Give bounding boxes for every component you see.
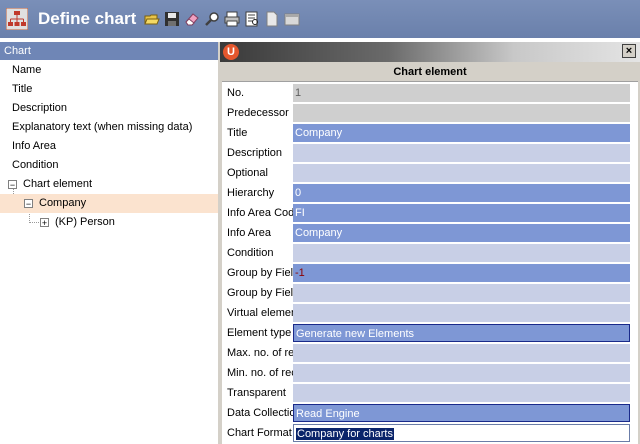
field-data-collection[interactable]: Read Engine <box>293 404 630 422</box>
eraser-icon[interactable] <box>184 11 200 27</box>
field-row-max-records: Max. no. of records <box>222 343 638 363</box>
field-min-records[interactable] <box>293 364 630 382</box>
field-label: Element type <box>227 327 292 339</box>
field-no: 1 <box>293 84 630 102</box>
field-label: Title <box>227 127 248 139</box>
tree-item-description[interactable]: Description <box>12 99 67 118</box>
tree-item-label: (KP) Person <box>55 216 115 228</box>
field-label: Virtual element <box>227 307 293 319</box>
field-row-group-by-field-2: Group by Field <box>222 283 638 303</box>
field-label: Info Area <box>227 227 272 239</box>
field-row-virtual-element: Virtual element <box>222 303 638 323</box>
field-virtual-element[interactable] <box>293 304 630 322</box>
close-icon[interactable]: × <box>622 44 636 58</box>
field-max-records[interactable] <box>293 344 630 362</box>
field-row-description: Description <box>222 143 638 163</box>
zoom-icon[interactable] <box>204 11 220 27</box>
field-row-chart-format: Chart Format Company for charts <box>222 423 638 443</box>
app-logo-icon: U <box>223 44 239 60</box>
field-hierarchy[interactable]: 0 <box>293 184 630 202</box>
field-row-no: No. 1 <box>222 83 638 103</box>
field-label: Hierarchy <box>227 187 275 199</box>
tree-item-company[interactable]: − Company <box>0 194 218 213</box>
field-info-area[interactable]: Company <box>293 224 630 242</box>
field-predecessor <box>293 104 630 122</box>
save-icon[interactable] <box>164 11 180 27</box>
selected-text: Company for charts <box>296 428 394 440</box>
field-info-area-code[interactable]: FI <box>293 204 630 222</box>
field-row-condition: Condition <box>222 243 638 263</box>
org-chart-icon <box>6 8 28 30</box>
dialog-header: Chart element <box>222 64 638 82</box>
field-label: Min. no. of records <box>227 367 293 379</box>
tree-item-chart-element[interactable]: − Chart element <box>8 175 92 194</box>
field-row-predecessor: Predecessor <box>222 103 638 123</box>
field-label: Optional <box>227 167 268 179</box>
field-chart-format[interactable]: Company for charts <box>293 424 630 442</box>
tree-item-title[interactable]: Title <box>12 80 32 99</box>
tree-item-explanatory-text[interactable]: Explanatory text (when missing data) <box>12 118 192 137</box>
field-description[interactable] <box>293 144 630 162</box>
field-transparent[interactable] <box>293 384 630 402</box>
field-element-type[interactable]: Generate new Elements <box>293 324 630 342</box>
field-row-group-by-field-1: Group by Field -1 <box>222 263 638 283</box>
tree-item-condition[interactable]: Condition <box>12 156 58 175</box>
tree-connector <box>29 222 39 223</box>
field-label: Group by Field <box>227 267 293 279</box>
collapse-icon[interactable]: − <box>8 179 17 189</box>
field-row-title: Title Company <box>222 123 638 143</box>
field-row-info-area-code: Info Area Code FI <box>222 203 638 223</box>
field-label: Transparent <box>227 387 286 399</box>
tree-item-name[interactable]: Name <box>12 61 41 80</box>
field-row-transparent: Transparent <box>222 383 638 403</box>
field-row-element-type: Element type Generate new Elements <box>222 323 638 343</box>
field-label: Chart Format <box>227 427 292 439</box>
field-title[interactable]: Company <box>293 124 630 142</box>
field-label: Max. no. of records <box>227 347 293 359</box>
tree-item-label: Chart element <box>23 178 93 190</box>
field-row-optional: Optional <box>222 163 638 183</box>
field-label: Group by Field <box>227 287 293 299</box>
tree-item-info-area[interactable]: Info Area <box>12 137 56 156</box>
field-label: No. <box>227 87 245 99</box>
field-label: Condition <box>227 247 274 259</box>
document-icon[interactable] <box>264 11 280 27</box>
tree-item-person[interactable]: + (KP) Person <box>40 213 115 232</box>
print-icon[interactable] <box>224 11 240 27</box>
dialog-title-bar: U × <box>220 42 640 62</box>
field-optional[interactable] <box>293 164 630 182</box>
open-folder-icon[interactable] <box>144 11 160 27</box>
chart-tree: Chart Name Title Description Explanatory… <box>0 42 218 444</box>
field-group-by-field-2[interactable] <box>293 284 630 302</box>
tree-root-chart[interactable]: Chart <box>0 42 218 60</box>
field-row-hierarchy: Hierarchy 0 <box>222 183 638 203</box>
dialog-body: Chart element No. 1 Predecessor Title Co… <box>222 64 638 444</box>
field-label: Data Collection <box>227 407 293 419</box>
field-condition[interactable] <box>293 244 630 262</box>
field-label: Info Area Code <box>227 207 293 219</box>
field-row-data-collection: Data Collection Read Engine <box>222 403 638 423</box>
tree-item-label: Company <box>39 197 87 209</box>
expand-icon[interactable]: + <box>40 217 49 227</box>
print-preview-icon[interactable] <box>244 11 260 27</box>
window-icon[interactable] <box>284 11 300 27</box>
title-bar: Define chart <box>0 0 640 38</box>
field-row-min-records: Min. no. of records <box>222 363 638 383</box>
field-label: Description <box>227 147 283 159</box>
field-label: Predecessor <box>227 107 289 119</box>
chart-element-dialog: U × Chart element No. 1 Predecessor Titl… <box>220 42 640 444</box>
field-group-by-field-1[interactable]: -1 <box>293 264 630 282</box>
collapse-icon[interactable]: − <box>24 198 33 208</box>
app-title: Define chart <box>38 9 137 28</box>
field-row-info-area: Info Area Company <box>222 223 638 243</box>
